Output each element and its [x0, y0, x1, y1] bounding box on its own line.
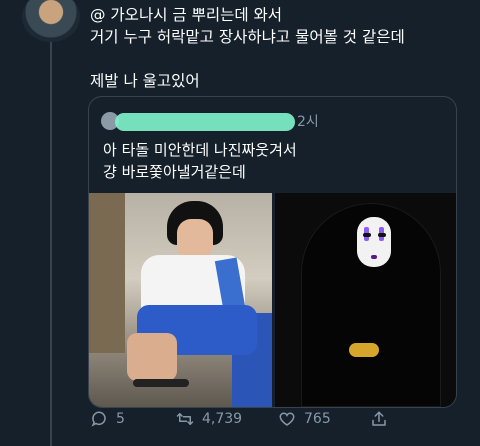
background-figure	[89, 193, 125, 353]
like-button[interactable]: 765	[278, 410, 331, 428]
thread-line	[50, 40, 52, 446]
media-photo-noface[interactable]	[275, 193, 456, 407]
quoted-tweet-header: 2시	[101, 111, 441, 131]
media-grid	[89, 193, 456, 407]
reply-count: 5	[116, 411, 125, 427]
noface-mouth	[371, 255, 377, 259]
quoted-tweet-time[interactable]: 2시	[297, 111, 319, 131]
figure-face	[177, 219, 213, 259]
media-photo-cosplay[interactable]	[89, 193, 272, 407]
like-count: 765	[304, 411, 331, 427]
tweet-line-2: 거기 누구 허락맡고 장사하냐고 물어볼 것 같은데	[90, 28, 405, 46]
retweet-count: 4,739	[202, 411, 243, 427]
reply-icon	[91, 411, 106, 427]
figure-leg	[127, 333, 177, 381]
retweet-button[interactable]: 4,739	[176, 410, 242, 428]
redacted-username	[115, 113, 295, 131]
quoted-line-2: 걍 바로쫓아낼거같은데	[103, 163, 246, 181]
share-button[interactable]	[370, 410, 388, 428]
tweet-line-3: 제발 나 울고있어	[90, 72, 200, 90]
noface-gold	[349, 343, 379, 357]
tweet-text: @ 가오나시 금 뿌리는데 와서 거기 누구 허락맡고 장사하냐고 물어볼 것 …	[90, 4, 470, 92]
figure-sandal	[133, 379, 189, 387]
heart-icon	[279, 412, 295, 426]
share-icon	[372, 411, 386, 426]
quoted-line-1: 아 타돌 미안한데 나진짜웃겨서	[103, 141, 297, 159]
reply-button[interactable]: 5	[90, 410, 125, 428]
noface-eye-left	[363, 233, 371, 237]
retweet-icon	[176, 413, 194, 425]
avatar[interactable]	[22, 0, 80, 42]
quoted-tweet[interactable]: 2시 아 타돌 미안한데 나진짜웃겨서 걍 바로쫓아낼거같은데	[88, 96, 457, 408]
noface-mask	[357, 217, 391, 267]
tweet-line-1: @ 가오나시 금 뿌리는데 와서	[90, 6, 283, 24]
noface-eye-right	[378, 233, 386, 237]
quoted-tweet-text: 아 타돌 미안한데 나진짜웃겨서 걍 바로쫓아낼거같은데	[103, 139, 443, 183]
tweet-actions: 5 4,739 765	[88, 408, 468, 432]
